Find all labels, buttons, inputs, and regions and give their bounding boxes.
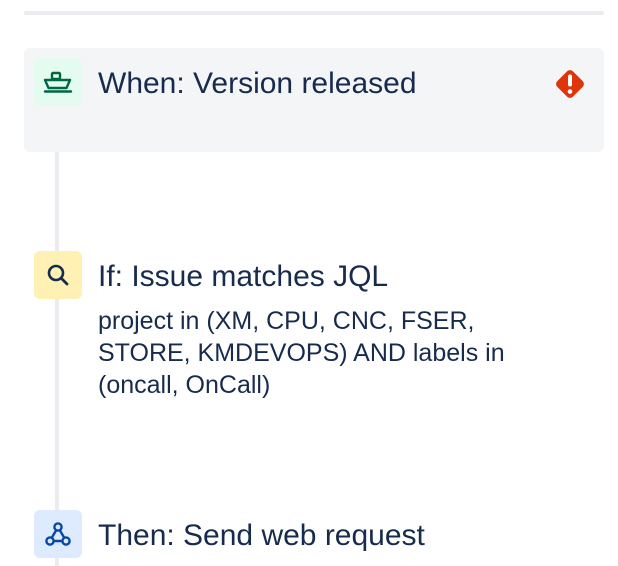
search-icon [34, 251, 82, 299]
webhook-icon [34, 510, 82, 558]
step-connector-line [55, 92, 59, 566]
trigger-step-title: When: Version released [98, 67, 417, 100]
top-divider [24, 11, 604, 15]
condition-step-title[interactable]: If: Issue matches JQL [98, 259, 388, 295]
ship-icon [34, 58, 82, 106]
error-icon[interactable] [552, 66, 588, 102]
action-step-title[interactable]: Then: Send web request [98, 518, 425, 554]
condition-jql-description: project in (XM, CPU, CNC, FSER, STORE, K… [98, 307, 505, 399]
